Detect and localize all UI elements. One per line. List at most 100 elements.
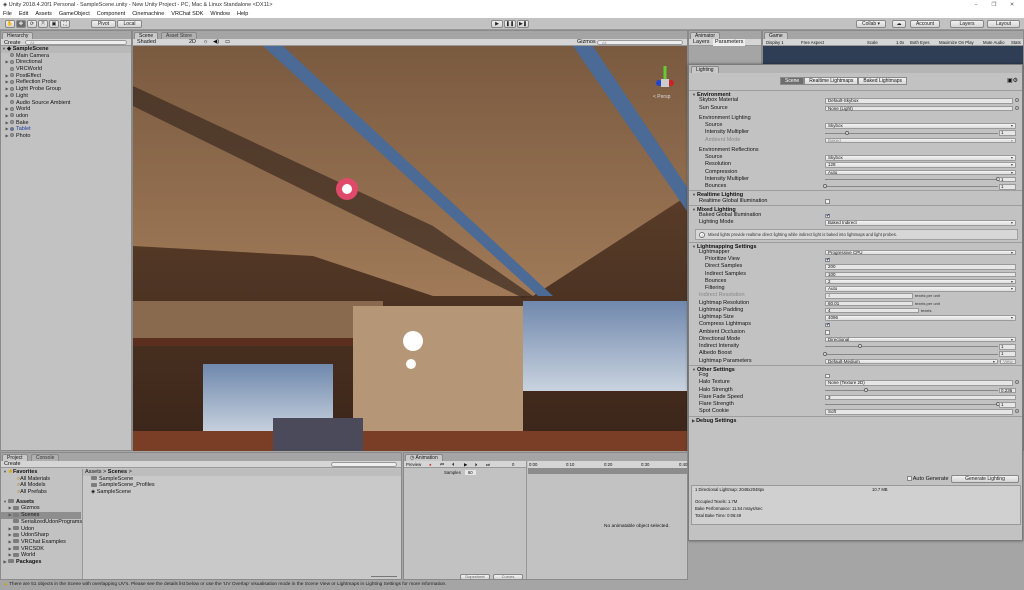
project-tree-item[interactable]: ▶ Packages: [1, 559, 81, 566]
project-tree-item[interactable]: ▶ Gizmos: [1, 505, 81, 512]
section-header[interactable]: ▼Other Settings: [689, 364, 1022, 373]
object-picker-icon[interactable]: [1015, 409, 1019, 414]
lighting-settings-icon[interactable]: ▣⚙: [1007, 77, 1018, 84]
slider-knob[interactable]: [823, 184, 827, 189]
setting-input[interactable]: 4: [825, 307, 919, 314]
collapse-arrow-icon[interactable]: ▼: [692, 92, 696, 97]
hierarchy-item[interactable]: ▶ Bake: [1, 120, 131, 127]
slider-knob[interactable]: [863, 387, 868, 392]
slider-knob[interactable]: [844, 130, 849, 135]
pivot-toggle[interactable]: Pivot: [91, 20, 116, 28]
play-animation-button[interactable]: ▶: [464, 461, 467, 468]
view-button[interactable]: View: [1000, 358, 1016, 364]
record-button[interactable]: ●: [429, 461, 432, 468]
tab-project[interactable]: Project: [2, 454, 28, 461]
close-button[interactable]: ✕: [1004, 0, 1020, 10]
setting-input[interactable]: 3: [825, 394, 1016, 401]
slider-knob[interactable]: [823, 351, 827, 356]
scene-viewport[interactable]: < Persp: [133, 46, 687, 451]
tab-asset-store[interactable]: Asset Store: [161, 32, 197, 39]
menu-assets[interactable]: Assets: [35, 11, 52, 17]
hand-tool-button[interactable]: ✋: [5, 20, 15, 28]
collapse-arrow-icon[interactable]: ▼: [692, 207, 696, 212]
hierarchy-item[interactable]: ▶ PostEffect: [1, 73, 131, 80]
scene-search-input[interactable]: All: [597, 40, 683, 45]
project-search-input[interactable]: [331, 462, 397, 467]
menu-cinemachine[interactable]: Cinemachine: [132, 11, 164, 17]
generate-lighting-button[interactable]: Generate Lighting: [951, 475, 1019, 483]
tab-game[interactable]: Game: [764, 32, 788, 39]
setting-input[interactable]: 60.01: [825, 300, 913, 306]
hierarchy-item[interactable]: ▶ Reflection Probe: [1, 79, 131, 86]
layout-dropdown[interactable]: Layout: [987, 20, 1020, 28]
breadcrumb-assets[interactable]: Assets: [85, 469, 102, 475]
slider[interactable]: [823, 184, 998, 189]
hierarchy-search-input[interactable]: All: [25, 40, 127, 45]
menu-vrchat-sdk[interactable]: VRChat SDK: [171, 11, 203, 17]
layers-dropdown[interactable]: Layers: [950, 20, 984, 28]
object-field[interactable]: None (Texture 2D): [825, 380, 1013, 386]
gizmos-dropdown[interactable]: Gizmos: [577, 39, 596, 46]
section-header[interactable]: ▼Lightmapping Settings: [689, 241, 1022, 250]
project-file[interactable]: ◈ SampleScene: [83, 489, 401, 496]
setting-input[interactable]: 200: [825, 264, 1016, 270]
timeline-ruler[interactable]: 0:00 0:10 0:20 0:30 0:40: [528, 461, 687, 468]
checkbox[interactable]: [825, 330, 830, 335]
hierarchy-item[interactable]: ▶ udon: [1, 113, 131, 120]
setting-dropdown[interactable]: Progressive CPU: [825, 249, 1016, 256]
tab-animator[interactable]: Animator: [690, 32, 721, 39]
slider[interactable]: [825, 344, 998, 349]
animator-parameters-tab[interactable]: Parameters: [713, 39, 746, 46]
samples-field[interactable]: 60: [464, 470, 476, 475]
setting-dropdown[interactable]: Skybox: [825, 123, 1016, 129]
slider[interactable]: [825, 177, 1000, 182]
expand-arrow-icon[interactable]: ▶: [4, 59, 10, 66]
slider-knob[interactable]: [857, 344, 862, 349]
scale-tool-button[interactable]: ⤧: [38, 20, 48, 28]
object-picker-icon[interactable]: [1015, 380, 1019, 385]
slider-value-field[interactable]: 1: [999, 184, 1016, 190]
preview-toggle[interactable]: Preview: [406, 461, 421, 468]
stats-toggle[interactable]: Stats: [1011, 39, 1021, 46]
tab-lighting-scene[interactable]: Scene: [780, 77, 805, 85]
expand-arrow-icon[interactable]: ▶: [692, 418, 695, 423]
lighting-toggle-icon[interactable]: ☼: [203, 39, 208, 46]
auto-generate-checkbox[interactable]: [907, 476, 912, 481]
project-tree-item[interactable]: SerializedUdonPrograms: [1, 519, 82, 526]
local-toggle[interactable]: Local: [117, 20, 142, 28]
menu-edit[interactable]: Edit: [19, 11, 28, 17]
last-key-button[interactable]: ⏭: [486, 461, 490, 468]
slider[interactable]: [825, 402, 1000, 407]
restore-button[interactable]: ❐: [986, 0, 1002, 10]
frame-field[interactable]: 0: [512, 461, 514, 468]
hierarchy-item[interactable]: ▶ Tablet: [1, 126, 131, 133]
minimize-button[interactable]: –: [968, 0, 984, 10]
status-bar[interactable]: ▲ There are 51 objects in the Scene with…: [0, 580, 1024, 590]
slider-value-field[interactable]: 1: [999, 344, 1016, 350]
project-tree-item[interactable]: ▶ Scenes: [1, 512, 81, 519]
slider-value-field[interactable]: 1: [999, 130, 1016, 136]
section-header[interactable]: ▶Debug Settings: [689, 415, 1022, 424]
account-dropdown[interactable]: Account: [910, 20, 940, 28]
collapse-arrow-icon[interactable]: ▼: [692, 367, 696, 372]
setting-dropdown[interactable]: Baked Indirect: [825, 220, 1016, 226]
setting-dropdown[interactable]: Default-Medium: [825, 358, 998, 364]
project-tree-item[interactable]: ⌕All Materials: [1, 476, 81, 483]
project-tree-item[interactable]: ▶ Udon: [1, 526, 81, 533]
collab-button[interactable]: Collab ▾: [856, 20, 886, 28]
slider-value-field[interactable]: 0.236: [999, 387, 1016, 393]
object-field[interactable]: Soft: [825, 409, 1013, 415]
section-header[interactable]: ▼Environment: [689, 90, 1022, 98]
slider[interactable]: [823, 351, 998, 356]
tab-scene[interactable]: Scene: [134, 32, 159, 39]
object-field[interactable]: None (Light): [825, 105, 1013, 111]
tab-animation[interactable]: ◷ Animation: [405, 454, 443, 461]
checkbox[interactable]: ✔: [825, 323, 830, 328]
setting-dropdown[interactable]: Auto: [825, 286, 1016, 292]
play-button[interactable]: ▶: [491, 20, 503, 28]
hierarchy-item[interactable]: VRCWorld: [1, 66, 131, 73]
menu-help[interactable]: Help: [237, 11, 248, 17]
cloud-button[interactable]: ☁: [892, 20, 906, 28]
project-create-dropdown[interactable]: Create: [4, 461, 21, 468]
prev-key-button[interactable]: ⏴: [452, 461, 454, 468]
